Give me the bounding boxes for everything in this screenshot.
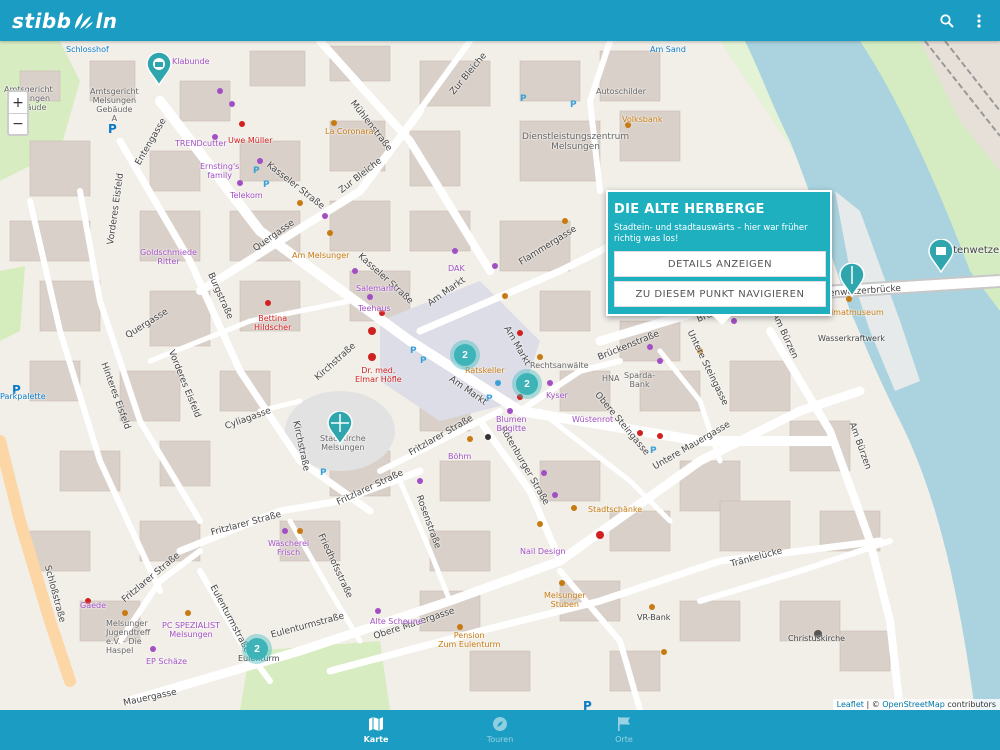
poi-label[interactable]: La Coronara — [325, 127, 374, 136]
leaf-logo-icon — [75, 12, 94, 29]
poi-label[interactable]: Kyser — [546, 391, 568, 400]
poi-label[interactable]: Salemann — [356, 284, 396, 293]
poi-label[interactable]: Blumen Brigitte — [496, 415, 527, 433]
poi-label[interactable]: Goldschmiede Ritter — [140, 248, 197, 266]
poi-label[interactable]: Alte Scheune — [370, 617, 423, 626]
poi-label[interactable]: Wasserkraftwerk — [818, 334, 885, 343]
poi-label[interactable]: VR-Bank — [637, 613, 670, 622]
svg-text:P: P — [263, 180, 270, 190]
zoom-in-button[interactable]: + — [9, 92, 27, 113]
zoom-out-button[interactable]: − — [9, 113, 27, 134]
poi-label[interactable]: Uwe Müller — [228, 136, 273, 145]
poi-label[interactable]: DAK — [448, 264, 465, 273]
app-root: stibb ln P P P P P P P P P P P P + − Müh… — [0, 0, 1000, 750]
poi-label[interactable]: Schlosshof — [66, 45, 109, 54]
poi-label[interactable]: Wäscherei Frisch — [268, 539, 309, 557]
search-button[interactable] — [938, 12, 956, 30]
poi-label[interactable]: Dienstleistungszentrum Melsungen — [522, 132, 629, 152]
poi-label[interactable]: Nail Design — [520, 547, 566, 556]
cluster-count: 2 — [454, 344, 476, 366]
osm-link[interactable]: OpenStreetMap — [882, 700, 945, 709]
svg-text:P: P — [420, 356, 427, 366]
more-vert-icon — [977, 13, 981, 28]
nav-label: Karte — [363, 735, 389, 744]
poi-label[interactable]: Amtsgericht Melsungen Gebäude A — [90, 87, 139, 123]
logo-text-right: ln — [95, 8, 118, 33]
cluster-count: 2 — [516, 373, 538, 395]
poi-label[interactable]: Böhm — [448, 452, 471, 461]
svg-text:P: P — [108, 122, 117, 136]
svg-text:P: P — [253, 166, 260, 176]
more-menu-button[interactable] — [970, 12, 988, 30]
map-icon — [369, 717, 383, 731]
poi-label[interactable]: HNA — [602, 374, 619, 383]
popup-title: DIE ALTE HERBERGE — [614, 202, 765, 217]
poi-label[interactable]: Volksbank — [622, 115, 662, 124]
nav-item-orte[interactable]: Orte — [562, 710, 686, 750]
poi-label[interactable]: Stadtschänke — [588, 505, 642, 514]
map-view[interactable]: PPP PPP PPP PPP + − Mühlenstraße Zur Ble… — [0, 41, 1000, 710]
attribution-suffix: contributors — [944, 700, 996, 709]
flag-icon — [618, 717, 630, 731]
details-button[interactable]: DETAILS ANZEIGEN — [614, 251, 826, 277]
map-pin-icon[interactable] — [146, 52, 172, 86]
header-actions — [938, 12, 988, 30]
poi-label[interactable]: Autoschilder — [596, 87, 646, 96]
poi-label[interactable]: Ernsting's family — [200, 162, 239, 180]
app-logo[interactable]: stibb ln — [12, 9, 118, 33]
poi-popup: DIE ALTE HERBERGE Stadtein- und stadtaus… — [606, 190, 832, 325]
poi-label[interactable]: Dr. med. Elmar Höfle — [355, 366, 402, 384]
poi-label[interactable]: Am Sand — [650, 45, 686, 54]
zoom-control: + − — [7, 90, 29, 136]
poi-label[interactable]: Telekom — [230, 191, 263, 200]
app-header: stibb ln — [0, 0, 1000, 41]
marker-cluster[interactable]: 2 — [242, 634, 272, 664]
popup-description: Stadtein- und stadtauswärts – hier war f… — [614, 223, 808, 244]
svg-text:P: P — [583, 699, 592, 710]
svg-text:P: P — [320, 468, 327, 478]
logo-text-left: stibb — [12, 8, 72, 33]
poi-label[interactable]: EP Schäze — [146, 657, 187, 666]
marker-cluster[interactable]: 2 — [450, 340, 480, 370]
svg-text:P: P — [410, 346, 417, 356]
map-pin-icon[interactable] — [928, 239, 954, 273]
poi-label[interactable]: PC SPEZIALIST Melsungen — [162, 621, 220, 639]
svg-text:P: P — [570, 100, 577, 110]
poi-label[interactable]: Pension Zum Eulenturm — [438, 631, 500, 649]
nav-label: Touren — [486, 735, 514, 744]
map-pin-icon[interactable] — [839, 263, 865, 297]
search-icon — [940, 13, 954, 28]
leaflet-link[interactable]: Leaflet — [837, 700, 864, 709]
map-attribution: Leaflet | © OpenStreetMap contributors — [832, 699, 1000, 710]
compass-icon — [493, 717, 507, 731]
cluster-count: 2 — [246, 638, 268, 660]
nav-label: Orte — [615, 735, 633, 744]
map-pin-icon[interactable] — [327, 411, 353, 445]
poi-label[interactable]: Am Melsunger — [292, 251, 349, 260]
nav-item-touren[interactable]: Touren — [438, 710, 562, 750]
poi-label[interactable]: Klabunde — [172, 57, 210, 66]
poi-label[interactable]: TRENDcutter — [175, 139, 227, 148]
poi-label[interactable]: Teehaus — [358, 304, 391, 313]
poi-label[interactable]: Gaede — [80, 601, 106, 610]
bottom-navigation: Karte Touren Orte — [0, 710, 1000, 750]
poi-label[interactable]: Sparda- Bank — [624, 371, 655, 389]
poi-label[interactable]: Parkpalette — [0, 392, 46, 401]
navigate-button[interactable]: ZU DIESEM PUNKT NAVIGIEREN — [614, 281, 826, 307]
poi-label[interactable]: Wüstenrot — [572, 415, 613, 424]
nav-item-karte[interactable]: Karte — [314, 710, 438, 750]
marker-cluster[interactable]: 2 — [512, 369, 542, 399]
svg-text:P: P — [520, 94, 527, 104]
poi-label[interactable]: Rechtsanwälte — [530, 361, 589, 370]
poi-label[interactable]: Christuskirche — [788, 634, 845, 643]
poi-label[interactable]: Melsunger Jugendtreff e.V. - Die Haspel — [106, 619, 150, 655]
attribution-separator: | © — [863, 700, 883, 709]
poi-label[interactable]: Melsunger Stuben — [544, 591, 586, 609]
poi-label[interactable]: Bettina Hildscher — [254, 314, 291, 332]
